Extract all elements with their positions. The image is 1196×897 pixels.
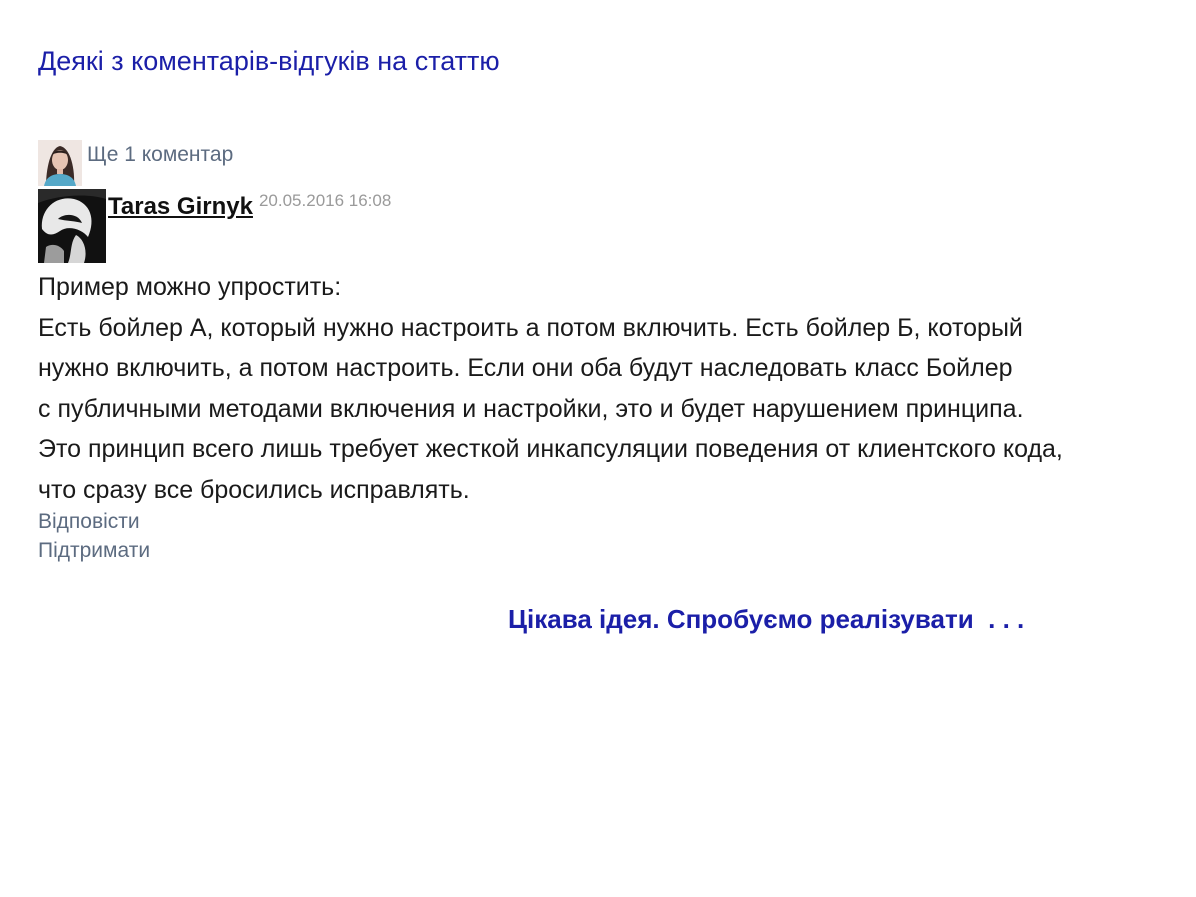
comment-line: Есть бойлер А, который нужно настроить а… bbox=[38, 313, 1023, 342]
comment-actions: Відповісти Підтримати bbox=[38, 507, 150, 565]
more-comments-row: Ще 1 коментар bbox=[38, 140, 233, 186]
comment-line: нужно включить, а потом настроить. Если … bbox=[38, 354, 1013, 382]
support-link[interactable]: Підтримати bbox=[38, 536, 150, 565]
comment-line: Это принцип всего лишь требует жесткой и… bbox=[38, 435, 1063, 463]
comment-date: 20.05.2016 16:08 bbox=[258, 191, 392, 210]
closing-note: Цікава ідея. Спробуємо реалізувати . . . bbox=[508, 604, 1025, 634]
commenter-avatar-small[interactable] bbox=[38, 140, 82, 186]
comment-line: Пример можно упростить: bbox=[38, 273, 342, 301]
comment-line: что сразу все бросились исправлять. bbox=[38, 475, 470, 504]
more-comments-link[interactable]: Ще 1 коментар bbox=[87, 143, 233, 167]
comment-header: Taras Girnyk 20.05.2016 16:08 bbox=[38, 189, 391, 263]
author-name-link[interactable]: Taras Girnyk bbox=[108, 193, 253, 221]
comment-text: Пример можно упростить: Есть бойлер А, к… bbox=[38, 267, 1158, 510]
slide-title: Деякі з коментарів-відгуків на статтю bbox=[38, 46, 500, 76]
reply-link[interactable]: Відповісти bbox=[38, 507, 150, 536]
comment-line: с публичными методами включения и настро… bbox=[38, 394, 1024, 423]
author-avatar[interactable] bbox=[38, 189, 106, 263]
